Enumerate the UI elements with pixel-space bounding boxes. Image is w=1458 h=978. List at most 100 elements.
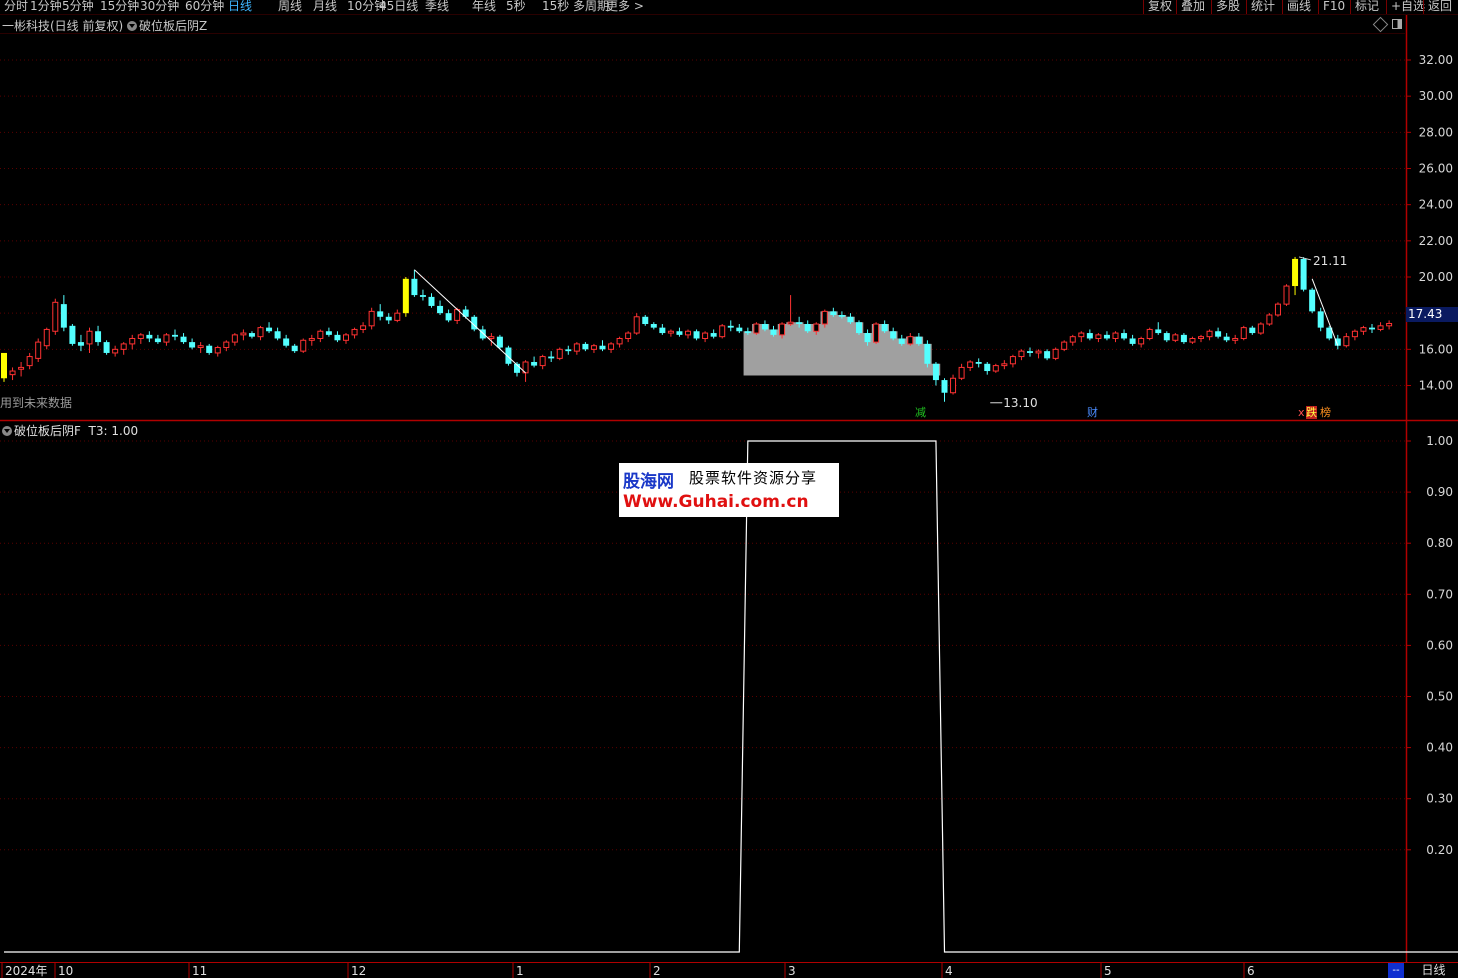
candle-body <box>402 278 409 314</box>
candle <box>112 345 119 357</box>
candle-body <box>1035 350 1042 354</box>
time-label: 11 <box>192 964 207 978</box>
candle <box>411 269 418 297</box>
candle-body <box>1086 333 1093 339</box>
candle <box>1198 334 1204 343</box>
candle <box>189 338 196 350</box>
candle <box>103 340 110 355</box>
candle-body <box>129 337 136 345</box>
event-marker-3[interactable]: 跌 <box>1306 406 1317 419</box>
time-label: 10 <box>58 964 73 978</box>
candle <box>539 354 546 370</box>
candle-body <box>642 316 649 325</box>
candle <box>146 331 153 343</box>
candle-body <box>898 338 905 344</box>
candle <box>274 327 281 341</box>
candle-body <box>1386 322 1393 327</box>
sub-y-tick-label: 0.90 <box>1426 485 1453 499</box>
event-marker-4[interactable]: 榜 <box>1320 406 1331 419</box>
candle <box>291 343 298 353</box>
candle-body <box>35 341 42 359</box>
time-label: 5 <box>1104 964 1112 978</box>
candle-body <box>1343 336 1350 347</box>
candle-body <box>52 301 59 332</box>
candle <box>958 363 965 381</box>
candle <box>428 293 435 308</box>
candle <box>206 343 213 355</box>
sub-chart-header: 破位板后阴F T3: 1.00 <box>2 422 138 439</box>
candle-body <box>112 348 119 354</box>
watermark-url: Www.Guhai.com.cn <box>623 492 809 512</box>
sub-y-tick-label: 0.50 <box>1426 690 1453 704</box>
candle <box>35 338 42 362</box>
candle <box>633 313 640 335</box>
candle <box>890 327 897 341</box>
scroll-badge[interactable]: -- <box>1388 963 1404 978</box>
event-marker-0[interactable]: 减 <box>915 406 926 419</box>
candle-body <box>753 323 760 334</box>
candle-body <box>924 343 931 364</box>
candle <box>590 343 597 353</box>
sub-indicator-dropdown-icon[interactable] <box>2 426 12 436</box>
candle-body <box>1112 332 1119 339</box>
event-marker-1[interactable]: 财 <box>1087 406 1098 419</box>
time-label: 12 <box>351 964 366 978</box>
candle-body <box>821 310 828 325</box>
sub-indicator-name[interactable]: 破位板后阴F <box>14 424 81 438</box>
maximize-icon[interactable] <box>1392 19 1402 29</box>
candle <box>394 309 401 323</box>
candle-body <box>761 324 768 330</box>
candle <box>257 325 264 341</box>
candle-body <box>291 345 298 352</box>
candle <box>163 333 170 346</box>
candle <box>676 327 683 337</box>
candle <box>1386 320 1393 330</box>
candle-body <box>317 330 324 339</box>
candle-body <box>445 313 452 321</box>
time-label: 2 <box>653 964 661 978</box>
candle <box>1001 360 1008 370</box>
candle-body <box>1292 258 1299 287</box>
candle <box>804 320 811 334</box>
candle-body <box>1274 303 1281 316</box>
candle-body <box>830 311 837 315</box>
candle-body <box>496 336 503 348</box>
candle <box>454 307 461 325</box>
candle-body <box>633 316 640 334</box>
candle <box>360 322 367 334</box>
candle-body <box>1232 337 1239 341</box>
candle <box>984 361 991 375</box>
candle-body <box>231 334 238 343</box>
candle <box>736 324 743 334</box>
candle-body <box>137 334 144 339</box>
candle-body <box>804 324 811 332</box>
candle <box>120 342 127 355</box>
candle-body <box>206 345 213 353</box>
candle <box>60 295 67 332</box>
candle <box>693 329 700 341</box>
candle <box>1266 313 1273 326</box>
candle <box>9 367 16 381</box>
candle-body <box>1069 336 1076 343</box>
candle <box>710 329 717 339</box>
candle <box>573 342 580 355</box>
candle <box>1035 349 1042 359</box>
candle <box>932 361 939 386</box>
candle <box>1240 325 1247 341</box>
candle-body <box>1078 332 1085 338</box>
candle <box>437 300 444 315</box>
y-tick-label: 28.00 <box>1419 125 1453 139</box>
future-data-note: 用到未来数据 <box>0 396 73 410</box>
event-marker-2[interactable]: x <box>1298 406 1305 419</box>
candle <box>172 329 178 341</box>
candle <box>608 342 615 353</box>
y-tick-label: 22.00 <box>1419 234 1453 248</box>
candle-body <box>300 339 307 352</box>
candle-body <box>650 324 657 328</box>
candle-body <box>590 345 597 350</box>
candle <box>325 327 332 337</box>
candle <box>1334 334 1341 350</box>
period-indicator[interactable]: 日线 <box>1409 963 1458 978</box>
candle-body <box>18 366 25 370</box>
candle <box>753 322 760 335</box>
